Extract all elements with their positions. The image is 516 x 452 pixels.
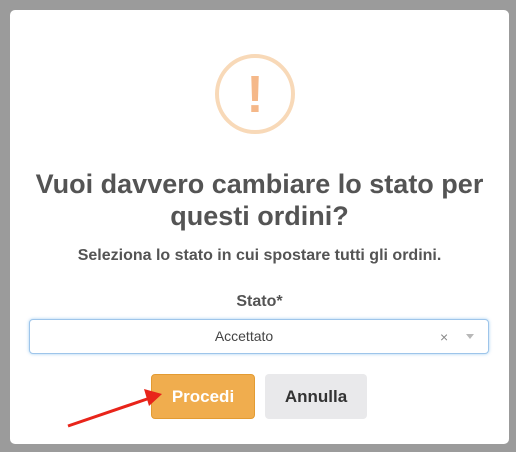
arrow-shaft: [67, 396, 151, 428]
annotation-arrow: [67, 389, 162, 428]
arrow-head: [144, 389, 162, 406]
